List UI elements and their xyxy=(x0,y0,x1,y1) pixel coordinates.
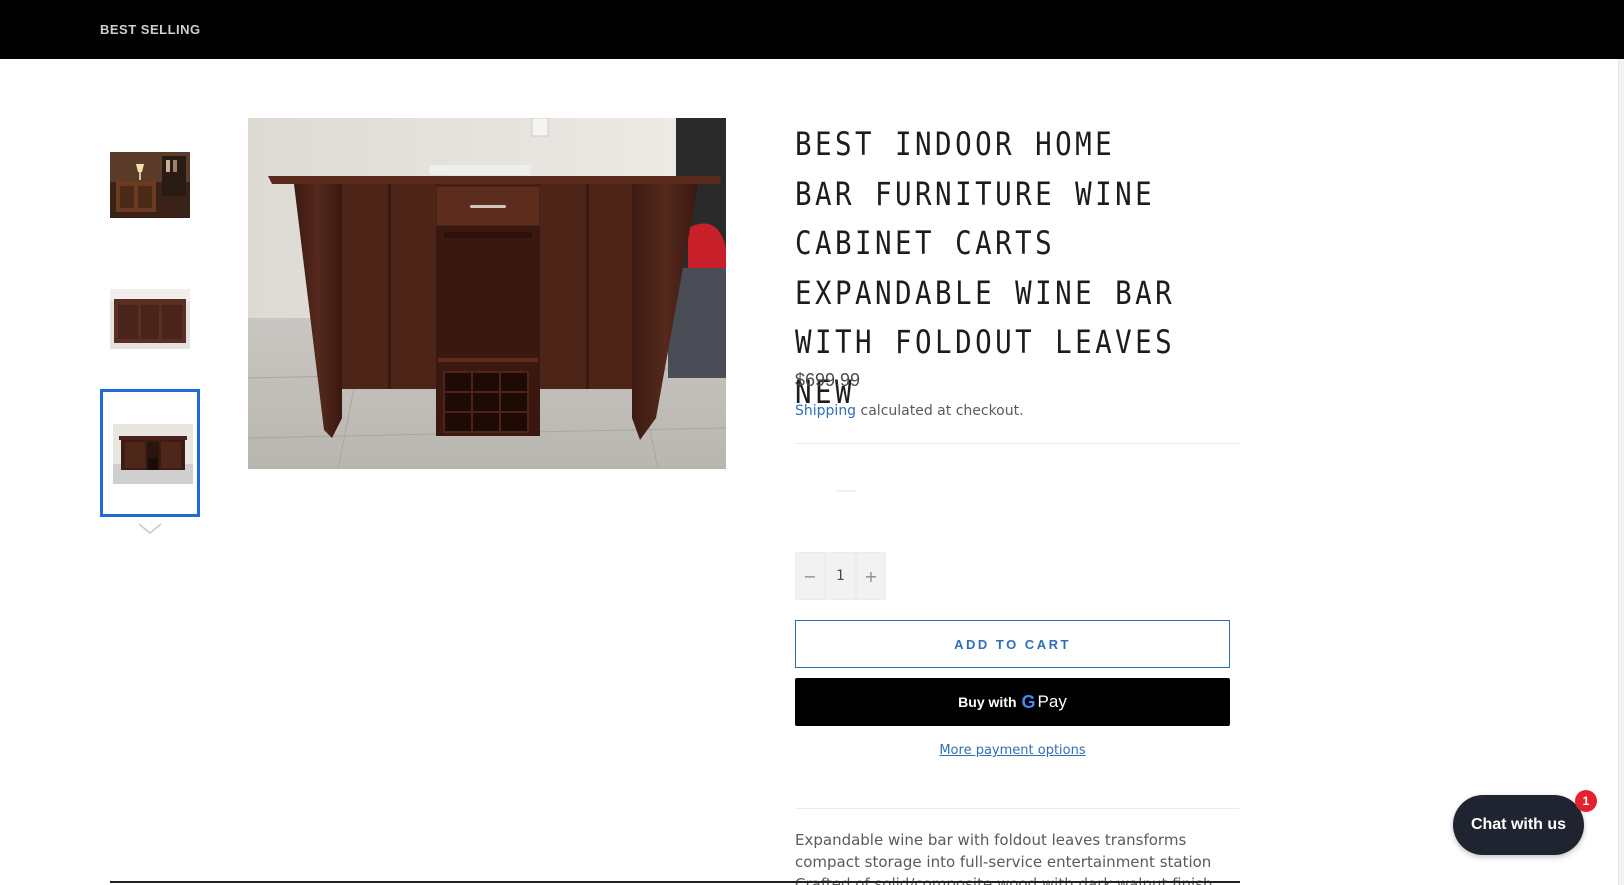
quantity-stepper: − 1 + xyxy=(795,552,886,600)
divider xyxy=(795,443,1239,444)
variant-placeholder xyxy=(836,490,856,492)
product-thumbnail-3-image xyxy=(113,424,193,484)
shipping-text: calculated at checkout. xyxy=(856,403,1024,419)
bottom-divider xyxy=(110,881,1240,883)
shipping-policy-link[interactable]: Shipping xyxy=(795,403,856,419)
shipping-info: Shipping calculated at checkout. xyxy=(795,403,1024,419)
nav-link-best-selling[interactable]: BEST SELLING xyxy=(100,22,201,37)
chevron-down-icon[interactable] xyxy=(137,521,163,537)
description-line: Expandable wine bar with foldout leaves … xyxy=(795,831,1187,849)
product-thumbnail-1[interactable] xyxy=(110,152,190,218)
product-description: Expandable wine bar with foldout leaves … xyxy=(795,829,1235,885)
product-price: $699.99 xyxy=(795,370,861,390)
divider xyxy=(795,808,1239,809)
chat-notification-badge: 1 xyxy=(1575,790,1597,812)
description-line: compact storage into full-service entert… xyxy=(795,853,1212,871)
chat-with-us-button[interactable]: Chat with us xyxy=(1453,795,1584,855)
buy-with-google-pay-button[interactable]: Buy with G Pay xyxy=(795,678,1230,726)
quantity-increment-button[interactable]: + xyxy=(856,552,886,600)
product-main-image[interactable] xyxy=(248,118,726,469)
product-thumbnail-2[interactable] xyxy=(110,289,190,349)
google-g-icon: G xyxy=(1021,691,1036,712)
top-navigation-bar: BEST SELLING xyxy=(0,0,1624,59)
product-thumbnail-3-selected[interactable] xyxy=(100,389,200,517)
more-payment-options-link[interactable]: More payment options xyxy=(795,743,1230,758)
quantity-input[interactable]: 1 xyxy=(825,552,856,600)
description-line: Crafted of solid/composite wood with dar… xyxy=(795,875,1213,885)
quantity-decrement-button[interactable]: − xyxy=(795,552,825,600)
add-to-cart-button[interactable]: ADD TO CART xyxy=(795,620,1230,668)
gpay-pay-label: Pay xyxy=(1037,692,1067,711)
page-scrollbar[interactable] xyxy=(1618,59,1624,885)
buy-with-label: Buy with xyxy=(958,694,1017,710)
